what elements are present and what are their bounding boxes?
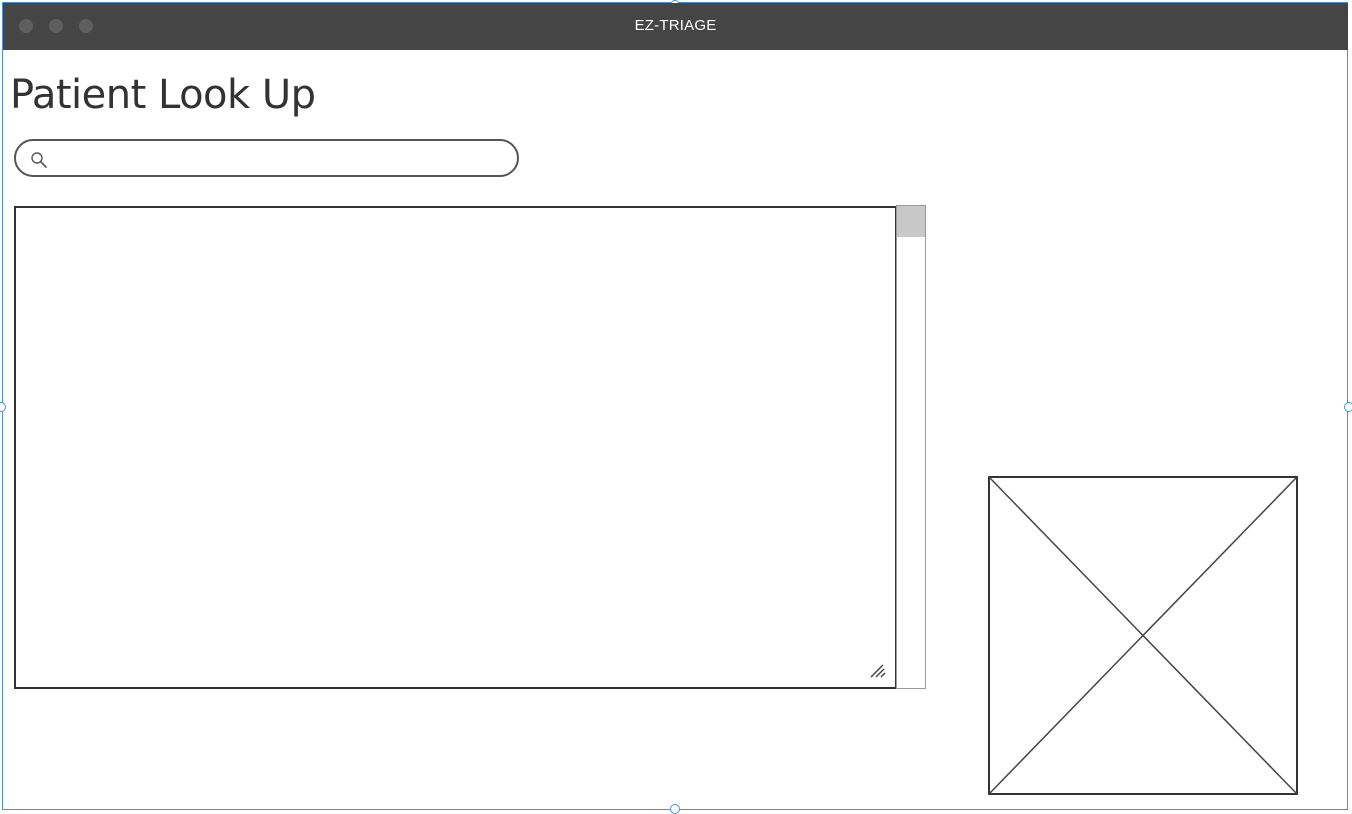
search-input[interactable] — [56, 145, 510, 173]
patient-results-textarea[interactable] — [14, 206, 897, 689]
title-bar: EZ-TRIAGE — [3, 3, 1348, 50]
search-icon — [31, 152, 47, 168]
image-placeholder-icon — [988, 476, 1298, 795]
selection-handle-right[interactable] — [1344, 402, 1352, 412]
selection-handle-bottom[interactable] — [670, 804, 680, 814]
window-title: EZ-TRIAGE — [634, 17, 717, 34]
page-title: Patient Look Up — [10, 72, 316, 118]
results-scrollbar[interactable] — [896, 205, 926, 689]
search-box[interactable] — [14, 139, 519, 177]
scroll-thumb[interactable] — [897, 206, 925, 237]
resize-grip-icon[interactable] — [869, 661, 887, 679]
